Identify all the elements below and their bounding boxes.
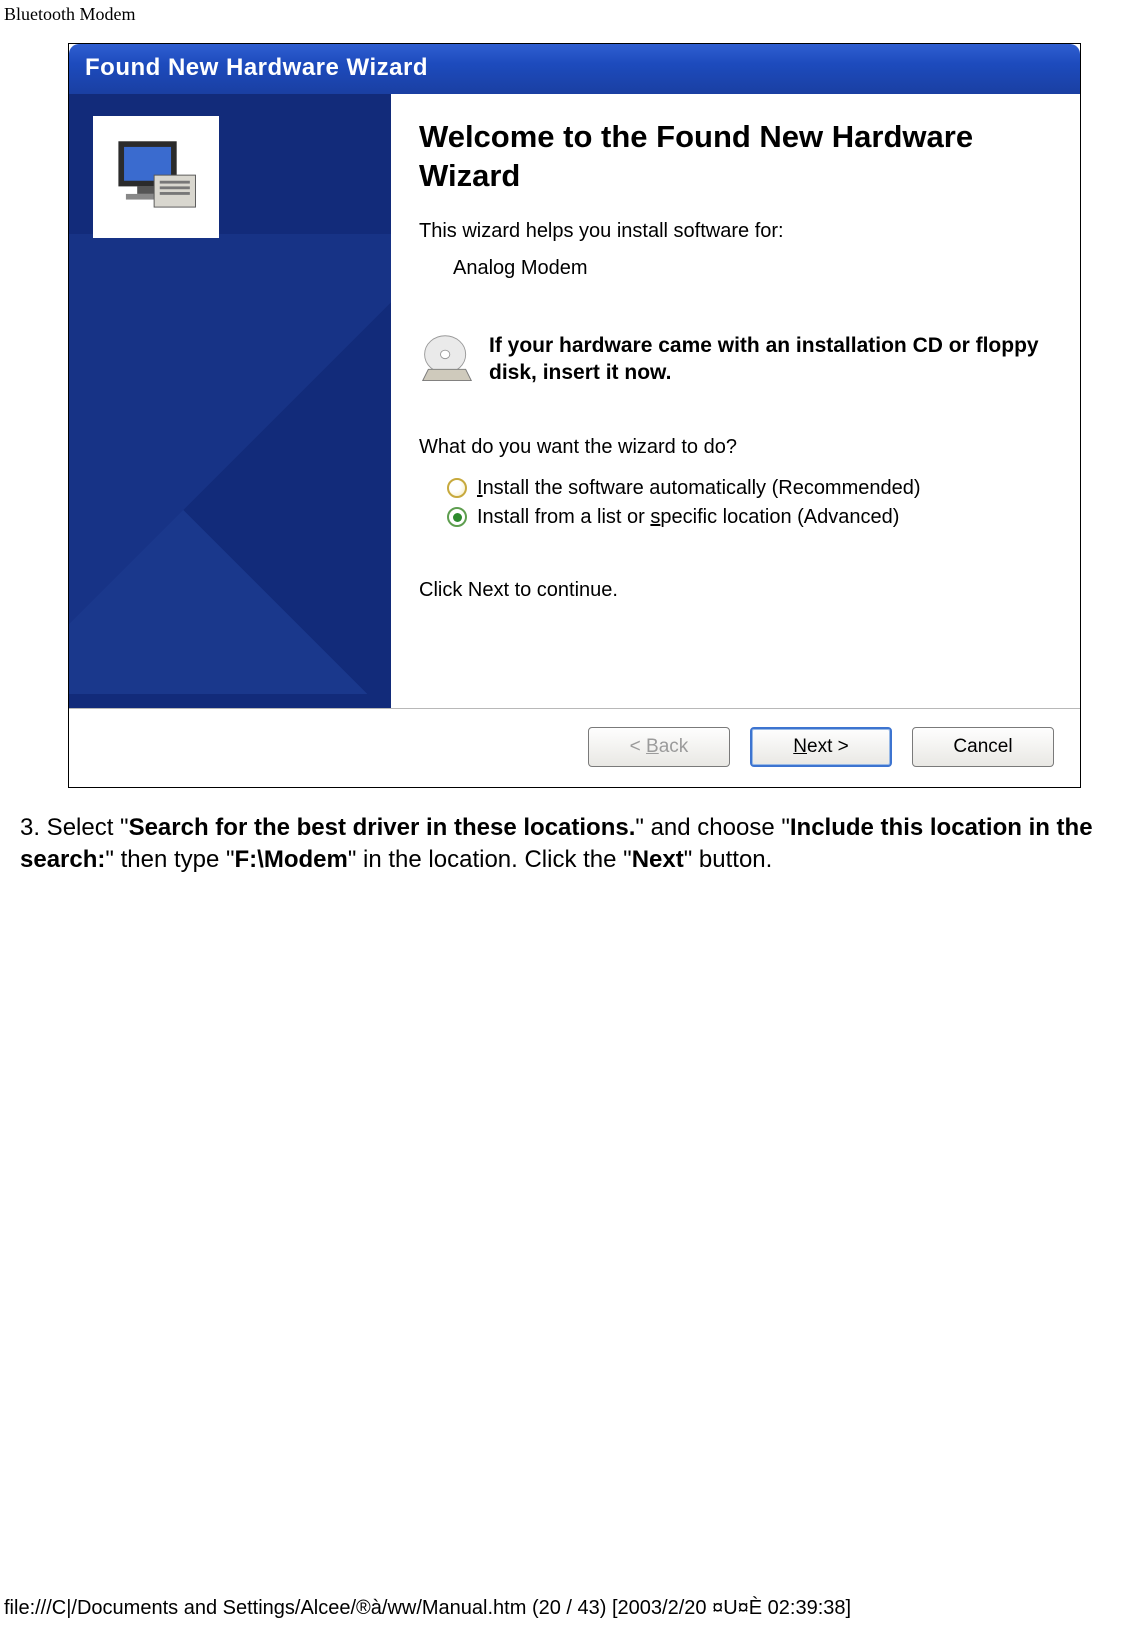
footer-file-path: file:///C|/Documents and Settings/Alcee/…: [0, 1595, 851, 1630]
wizard-device-name: Analog Modem: [453, 257, 1054, 280]
wizard-side-panel: [69, 94, 391, 708]
wizard-window: Found New Hardware Wizard Welcome to the…: [68, 43, 1081, 788]
back-button: < Back: [588, 727, 730, 767]
instruction-step-3: 3. Select "Search for the best driver in…: [20, 812, 1122, 877]
cd-instruction-row: If your hardware came with an installati…: [419, 332, 1054, 388]
wizard-content: Welcome to the Found New Hardware Wizard…: [391, 94, 1080, 708]
next-button[interactable]: Next >: [750, 727, 892, 767]
cd-icon: [419, 332, 475, 388]
wizard-helps-text: This wizard helps you install software f…: [419, 220, 1054, 243]
wizard-welcome-heading: Welcome to the Found New Hardware Wizard: [419, 118, 1054, 196]
radio-option-list[interactable]: Install from a list or specific location…: [447, 506, 1054, 529]
radio-checked-icon: [447, 507, 467, 527]
hardware-icon: [93, 116, 219, 238]
radio-label: Install the software automatically (Reco…: [477, 477, 921, 500]
radio-option-automatic[interactable]: Install the software automatically (Reco…: [447, 477, 1054, 500]
radio-unchecked-icon: [447, 478, 467, 498]
window-titlebar: Found New Hardware Wizard: [69, 44, 1080, 94]
page-title: Bluetooth Modem: [0, 0, 1136, 25]
radio-group: Install the software automatically (Reco…: [447, 477, 1054, 529]
radio-label: Install from a list or specific location…: [477, 506, 899, 529]
wizard-button-bar: < Back Next > Cancel: [69, 708, 1080, 787]
wizard-body: Welcome to the Found New Hardware Wizard…: [69, 94, 1080, 708]
wizard-question: What do you want the wizard to do?: [419, 436, 1054, 459]
cancel-button[interactable]: Cancel: [912, 727, 1054, 767]
continue-text: Click Next to continue.: [419, 579, 1054, 602]
cd-instruction-text: If your hardware came with an installati…: [489, 332, 1054, 387]
